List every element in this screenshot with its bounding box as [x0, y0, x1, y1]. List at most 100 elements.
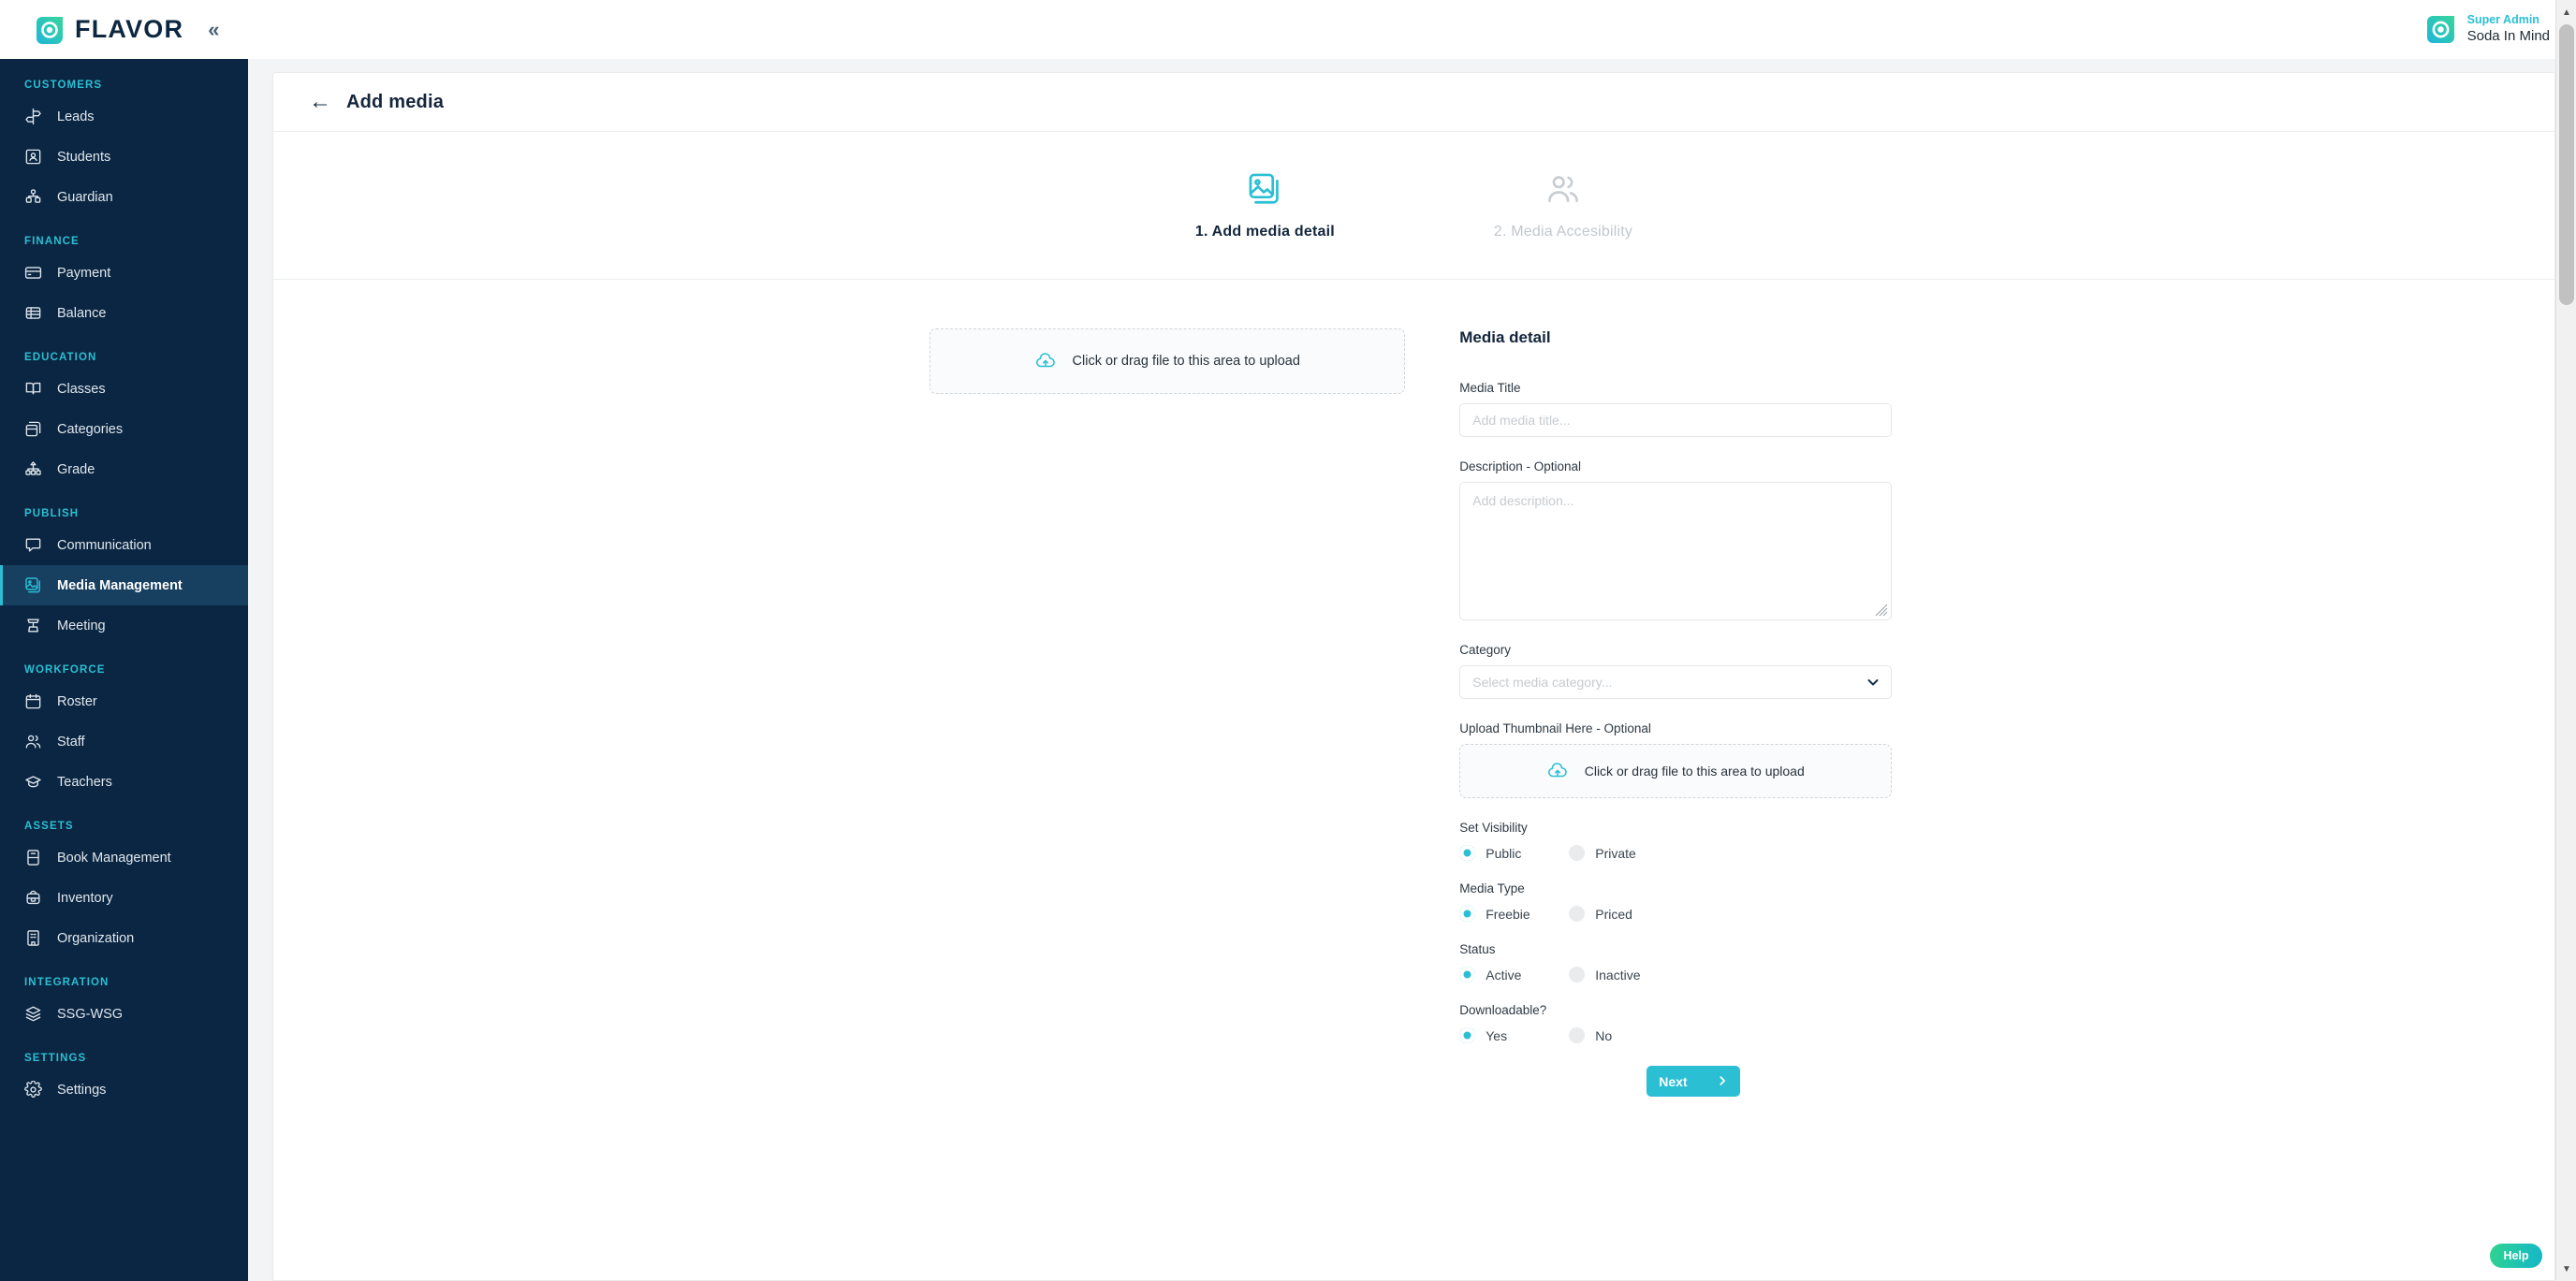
- chevron-right-icon: [1717, 1074, 1728, 1089]
- sidebar-collapse-button[interactable]: «: [208, 19, 219, 40]
- sidebar-item-staff[interactable]: Staff: [0, 721, 248, 762]
- sidebar-item-label: Roster: [57, 693, 97, 709]
- category-label: Category: [1459, 643, 1512, 657]
- radio-option-freebie[interactable]: Freebie: [1459, 906, 1569, 922]
- thumbnail-dropzone[interactable]: Click or drag file to this area to uploa…: [1459, 744, 1893, 798]
- sidebar-item-label: Categories: [57, 421, 124, 437]
- people-icon: [1545, 171, 1581, 207]
- sidebar-item-ssg-wsg[interactable]: SSG-WSG: [0, 994, 248, 1034]
- radio-option-active[interactable]: Active: [1459, 967, 1569, 983]
- radio-indicator: [1569, 906, 1586, 922]
- step-add-media-detail[interactable]: 1. Add media detail: [1195, 171, 1335, 240]
- radio-indicator: [1569, 1027, 1586, 1043]
- dropzone-label: Click or drag file to this area to uploa…: [1072, 354, 1300, 369]
- sidebar-item-settings[interactable]: Settings: [0, 1070, 248, 1110]
- radio-option-priced[interactable]: Priced: [1569, 906, 1632, 922]
- guardian-hierarchy-icon: [24, 188, 42, 206]
- sidebar-item-organization[interactable]: Organization: [0, 918, 248, 958]
- page-title: Add media: [346, 91, 445, 112]
- media-detail-form: Media detail Media Title Description - O…: [1459, 328, 1893, 1097]
- radio-option-yes[interactable]: Yes: [1459, 1027, 1569, 1043]
- signpost-icon: [24, 108, 42, 125]
- sidebar-item-leads[interactable]: Leads: [0, 96, 248, 137]
- sidebar-item-guardian[interactable]: Guardian: [0, 177, 248, 217]
- sidebar-item-label: SSG-WSG: [57, 1006, 124, 1022]
- page-scrollbar[interactable]: ▲ ▼: [2555, 0, 2576, 1281]
- user-name: Soda In Mind: [2466, 27, 2550, 44]
- org-tree-icon: [24, 460, 42, 478]
- category-select[interactable]: [1459, 665, 1893, 699]
- description-textarea[interactable]: [1459, 482, 1893, 620]
- radio-option-public[interactable]: Public: [1459, 845, 1569, 861]
- sidebar-item-label: Teachers: [57, 774, 112, 790]
- radio-indicator: [1459, 845, 1476, 861]
- sidebar-item-label: Communication: [57, 537, 152, 553]
- stacked-money-icon: [24, 304, 42, 322]
- scroll-up-icon[interactable]: ▲: [2556, 2, 2576, 22]
- media-type-group: Media Type Freebie Priced: [1459, 881, 1892, 922]
- description-label: Description - Optional: [1459, 459, 1582, 473]
- nav-section-education: EDUCATION Classes Categories Grade: [0, 352, 248, 489]
- detail-column: Media detail Media Title Description - O…: [1459, 328, 2554, 1280]
- nav-section-assets: ASSETS Book Management Inventory Organiz…: [0, 821, 248, 958]
- status-label: Status: [1459, 942, 1496, 956]
- radio-label: Active: [1486, 967, 1522, 983]
- sidebar-item-label: Book Management: [57, 850, 171, 866]
- media-title-input[interactable]: [1459, 403, 1893, 437]
- user-menu[interactable]: Super Admin Soda In Mind: [2426, 13, 2550, 45]
- radio-label: Public: [1486, 845, 1522, 861]
- radio-label: Priced: [1595, 906, 1632, 922]
- back-arrow-icon[interactable]: ←: [309, 91, 331, 113]
- form-actions: Next: [1459, 1066, 1892, 1097]
- scrollbar-thumb[interactable]: [2559, 24, 2574, 305]
- sidebar-item-roster[interactable]: Roster: [0, 681, 248, 721]
- sidebar-item-categories[interactable]: Categories: [0, 409, 248, 449]
- sidebar-item-inventory[interactable]: Inventory: [0, 878, 248, 918]
- sidebar-item-media-management[interactable]: Media Management: [0, 565, 248, 605]
- top-bar: Super Admin Soda In Mind: [248, 0, 2576, 59]
- step-label: 2. Media Accesibility: [1493, 223, 1633, 240]
- description-field: Description - Optional: [1459, 459, 1893, 620]
- set-visibility-group: Set Visibility Public Private: [1459, 821, 1892, 861]
- radio-option-no[interactable]: No: [1569, 1027, 1612, 1043]
- image-stack-icon: [1247, 171, 1282, 207]
- sidebar-item-payment[interactable]: Payment: [0, 253, 248, 293]
- flavor-circle-logo-icon: [36, 16, 64, 44]
- sidebar-item-meeting[interactable]: Meeting: [0, 605, 248, 646]
- radio-option-inactive[interactable]: Inactive: [1569, 967, 1640, 983]
- help-button[interactable]: Help: [2490, 1244, 2542, 1268]
- cloud-upload-icon: [1547, 761, 1568, 781]
- people-icon: [24, 733, 42, 750]
- radio-label: Yes: [1486, 1027, 1508, 1043]
- sidebar-item-classes[interactable]: Classes: [0, 369, 248, 409]
- nav-section-label: FINANCE: [24, 236, 80, 247]
- upload-column: Click or drag file to this area to uploa…: [273, 328, 1459, 1280]
- sidebar-item-balance[interactable]: Balance: [0, 293, 248, 333]
- media-file-dropzone[interactable]: Click or drag file to this area to uploa…: [929, 328, 1406, 394]
- sidebar: FLAVOR « CUSTOMERS Leads Students Guardi…: [0, 0, 248, 1281]
- downloadable-label: Downloadable?: [1459, 1003, 1547, 1017]
- radio-indicator: [1569, 967, 1586, 983]
- user-role: Super Admin: [2466, 13, 2539, 27]
- sidebar-item-students[interactable]: Students: [0, 137, 248, 177]
- sidebar-item-teachers[interactable]: Teachers: [0, 762, 248, 802]
- radio-option-private[interactable]: Private: [1569, 845, 1636, 861]
- sidebar-item-label: Balance: [57, 305, 107, 321]
- sidebar-item-label: Guardian: [57, 189, 113, 205]
- next-button[interactable]: Next: [1647, 1066, 1741, 1097]
- scroll-down-icon[interactable]: ▼: [2556, 1259, 2576, 1279]
- sidebar-item-communication[interactable]: Communication: [0, 525, 248, 565]
- sidebar-item-label: Inventory: [57, 890, 113, 906]
- downloadable-group: Downloadable? Yes No: [1459, 1003, 1892, 1043]
- sidebar-item-grade[interactable]: Grade: [0, 449, 248, 489]
- nav-section-label: WORKFORCE: [24, 664, 106, 676]
- sidebar-item-book-management[interactable]: Book Management: [0, 837, 248, 878]
- step-media-accessibility[interactable]: 2. Media Accesibility: [1494, 171, 1632, 240]
- nav-section-settings: SETTINGS Settings: [0, 1053, 248, 1110]
- credit-card-icon: [24, 264, 42, 282]
- podium-icon: [24, 617, 42, 634]
- category-field: Category: [1459, 643, 1893, 699]
- sidebar-item-label: Grade: [57, 461, 95, 477]
- nav-section-label: INTEGRATION: [24, 977, 110, 988]
- media-title-label: Media Title: [1459, 381, 1521, 395]
